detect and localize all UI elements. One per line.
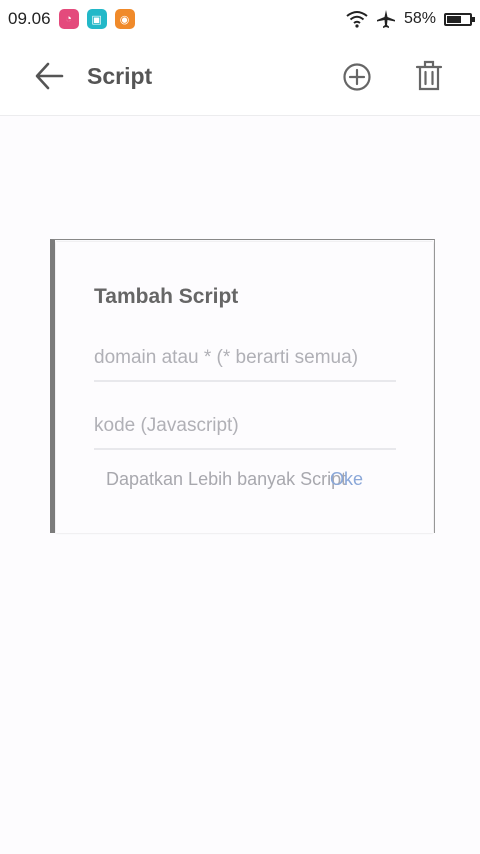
camera-app-icon: ◉ xyxy=(114,9,135,29)
airplane-icon xyxy=(376,10,395,28)
code-field[interactable] xyxy=(94,408,396,450)
battery-percent: 58% xyxy=(403,10,436,27)
ok-button[interactable]: Oke xyxy=(330,469,363,490)
get-more-scripts-link[interactable]: Dapatkan Lebih banyak Script xyxy=(106,469,346,490)
wifi-icon xyxy=(346,11,368,28)
status-bar-left: 09.06 ◔ ▣ ◉ xyxy=(8,9,135,29)
app-bar: Script xyxy=(0,38,480,116)
trash-icon[interactable] xyxy=(412,58,446,94)
clock: 09.06 xyxy=(8,9,51,28)
dialog-title: Tambah Script xyxy=(94,285,239,308)
page-title: Script xyxy=(87,63,153,89)
add-script-dialog: Tambah Script Dapatkan Lebih banyak Scri… xyxy=(56,242,433,533)
status-bar: 09.06 ◔ ▣ ◉ 58% xyxy=(0,0,480,38)
status-bar-right: 58% xyxy=(346,9,475,29)
battery-icon xyxy=(444,12,475,26)
battery-level xyxy=(447,15,461,23)
domain-input[interactable] xyxy=(94,340,396,376)
domain-field[interactable] xyxy=(94,340,396,382)
code-input[interactable] xyxy=(94,408,396,444)
clock-app-icon: ◔ xyxy=(58,9,79,29)
plus-circle-icon[interactable] xyxy=(340,60,374,94)
scanner-app-icon: ▣ xyxy=(86,9,107,29)
arrow-left-icon[interactable] xyxy=(30,58,70,94)
